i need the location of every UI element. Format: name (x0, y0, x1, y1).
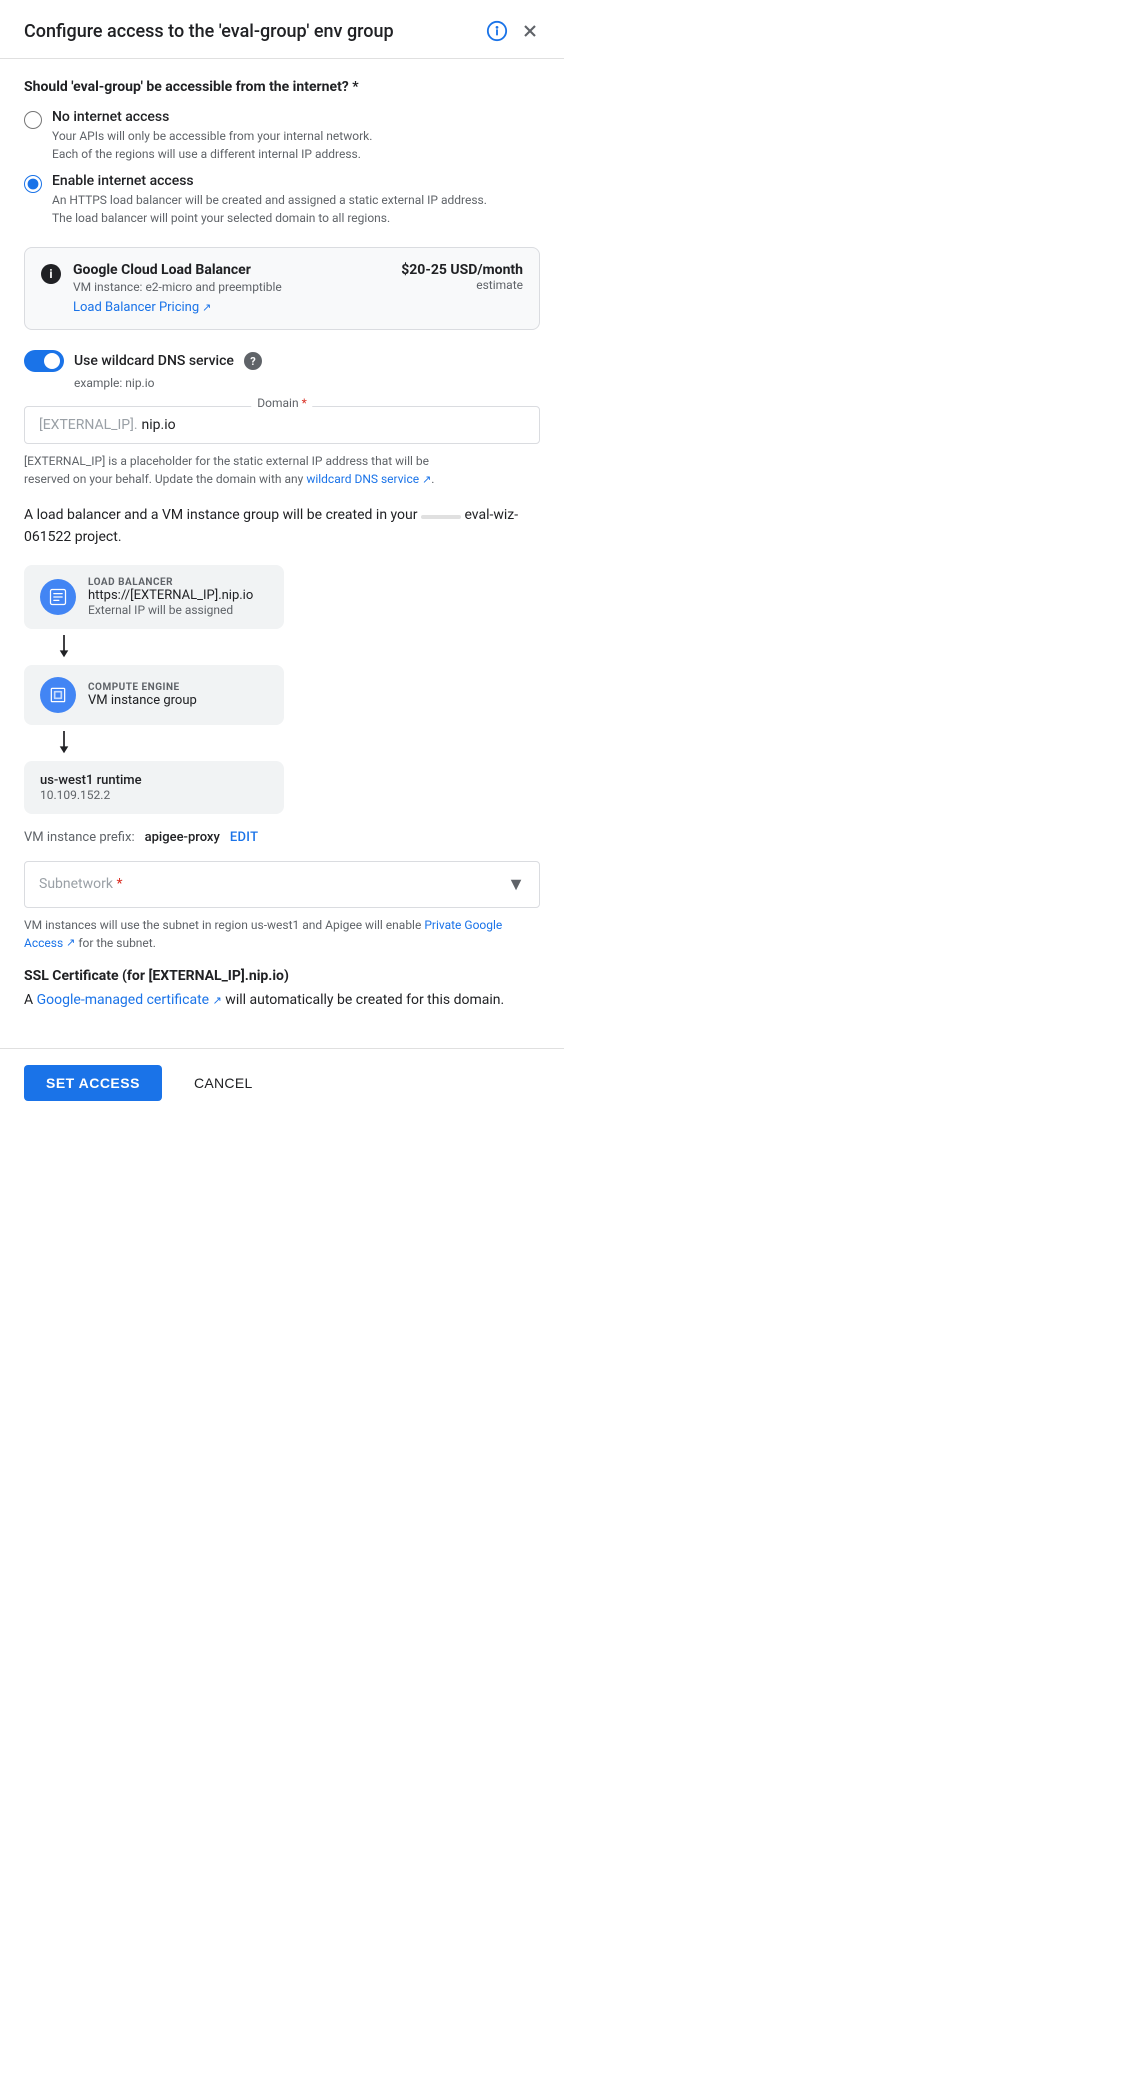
wildcard-dns-service-link[interactable]: wildcard DNS service ↗ (306, 472, 431, 486)
dialog-footer: SET ACCESS CANCEL (0, 1048, 564, 1117)
dns-external-link-icon: ↗ (422, 472, 431, 489)
load-balancer-icon (40, 579, 76, 615)
domain-value: nip.io (142, 417, 176, 433)
price-sub: estimate (401, 278, 523, 292)
radio-enable-internet[interactable] (24, 175, 42, 193)
header-icons (486, 20, 540, 42)
load-balancer-title: Google Cloud Load Balancer (73, 262, 389, 278)
load-balancer-subtitle: VM instance: e2-micro and preemptible (73, 280, 389, 294)
vm-prefix-label: VM instance prefix: (24, 830, 135, 845)
wildcard-dns-row: Use wildcard DNS service ? (24, 350, 540, 372)
internet-access-question: Should 'eval-group' be accessible from t… (24, 79, 540, 95)
arch-ce-value: VM instance group (88, 693, 197, 708)
arch-lb-value: https://[EXTERNAL_IP].nip.io (88, 588, 253, 603)
radio-desc-enable-internet: An HTTPS load balancer will be created a… (52, 191, 487, 227)
toggle-slider (24, 350, 64, 372)
info-card-price: $20-25 USD/month estimate (401, 262, 523, 292)
dialog-header: Configure access to the 'eval-group' env… (0, 0, 564, 59)
wildcard-dns-label: Use wildcard DNS service (74, 353, 234, 369)
arch-arrow-1 (24, 635, 540, 659)
arch-arrow-2 (24, 731, 540, 755)
radio-main-enable-internet: Enable internet access (52, 173, 487, 189)
dialog-content: Should 'eval-group' be accessible from t… (0, 59, 564, 1048)
arch-load-balancer-card: LOAD BALANCER https://[EXTERNAL_IP].nip.… (24, 565, 284, 629)
wildcard-dns-toggle[interactable] (24, 350, 64, 372)
ssl-title: SSL Certificate (for [EXTERNAL_IP].nip.i… (24, 968, 540, 984)
info-icon[interactable] (486, 20, 508, 42)
close-icon[interactable] (520, 21, 540, 41)
price-main: $20-25 USD/month (401, 262, 523, 278)
subnetwork-dropdown-icon: ▼ (507, 874, 525, 895)
vm-prefix-edit-link[interactable]: EDIT (230, 830, 258, 845)
arch-ce-label: COMPUTE ENGINE (88, 682, 197, 693)
vm-prefix-row: VM instance prefix: apigee-proxy EDIT (24, 830, 540, 845)
load-balancer-pricing-link[interactable]: Load Balancer Pricing ↗ (73, 300, 211, 315)
domain-help-text: [EXTERNAL_IP] is a placeholder for the s… (24, 452, 540, 488)
arch-compute-engine-card: COMPUTE ENGINE VM instance group (24, 665, 284, 725)
google-managed-cert-link[interactable]: Google-managed certificate ↗ (37, 992, 222, 1008)
dialog-title: Configure access to the 'eval-group' env… (24, 21, 394, 42)
domain-placeholder: [EXTERNAL_IP]. (39, 417, 138, 433)
project-info: A load balancer and a VM instance group … (24, 504, 540, 549)
domain-field-container: Domain * [EXTERNAL_IP]. nip.io (24, 406, 540, 444)
subnetwork-help: VM instances will use the subnet in regi… (24, 916, 540, 952)
radio-item-enable-internet: Enable internet access An HTTPS load bal… (24, 173, 540, 227)
arch-runtime-card: us-west1 runtime 10.109.152.2 (24, 761, 284, 814)
vm-prefix-value: apigee-proxy (145, 830, 220, 845)
info-card-body: Google Cloud Load Balancer VM instance: … (73, 262, 389, 315)
subnetwork-required-star: * (116, 876, 122, 892)
arch-lb-label: LOAD BALANCER (88, 577, 253, 588)
info-card-icon: i (41, 264, 61, 284)
internet-access-options: No internet access Your APIs will only b… (24, 109, 540, 227)
arch-lb-text: LOAD BALANCER https://[EXTERNAL_IP].nip.… (88, 577, 253, 617)
load-balancer-card: i Google Cloud Load Balancer VM instance… (24, 247, 540, 330)
ssl-certificate-section: SSL Certificate (for [EXTERNAL_IP].nip.i… (24, 968, 540, 1008)
arch-lb-sub: External IP will be assigned (88, 603, 253, 617)
arch-runtime-label: us-west1 runtime (40, 773, 268, 788)
cancel-button[interactable]: CANCEL (178, 1065, 269, 1101)
radio-label-enable-internet: Enable internet access An HTTPS load bal… (52, 173, 487, 227)
pga-external-link-icon: ↗ (66, 935, 75, 952)
wildcard-dns-example: example: nip.io (74, 376, 540, 390)
domain-field-label: Domain * (251, 396, 312, 410)
radio-no-internet[interactable] (24, 111, 42, 129)
radio-item-no-internet: No internet access Your APIs will only b… (24, 109, 540, 163)
ssl-body: A Google-managed certificate ↗ will auto… (24, 992, 540, 1008)
project-redacted (421, 515, 461, 519)
radio-label-no-internet: No internet access Your APIs will only b… (52, 109, 372, 163)
arch-diagram: LOAD BALANCER https://[EXTERNAL_IP].nip.… (24, 565, 540, 814)
subnetwork-label: Subnetwork * (39, 876, 123, 892)
dialog: Configure access to the 'eval-group' env… (0, 0, 564, 1117)
cert-external-link-icon: ↗ (213, 994, 222, 1007)
domain-input-wrapper[interactable]: [EXTERNAL_IP]. nip.io (24, 406, 540, 444)
wildcard-dns-help-icon[interactable]: ? (244, 352, 262, 370)
radio-main-no-internet: No internet access (52, 109, 372, 125)
domain-required-star: * (302, 396, 307, 410)
radio-desc-no-internet: Your APIs will only be accessible from y… (52, 127, 372, 163)
set-access-button[interactable]: SET ACCESS (24, 1065, 162, 1101)
arch-runtime-ip: 10.109.152.2 (40, 788, 268, 802)
arch-ce-text: COMPUTE ENGINE VM instance group (88, 682, 197, 708)
external-link-icon: ↗ (202, 301, 211, 314)
compute-engine-icon (40, 677, 76, 713)
subnetwork-select[interactable]: Subnetwork * ▼ (24, 861, 540, 908)
